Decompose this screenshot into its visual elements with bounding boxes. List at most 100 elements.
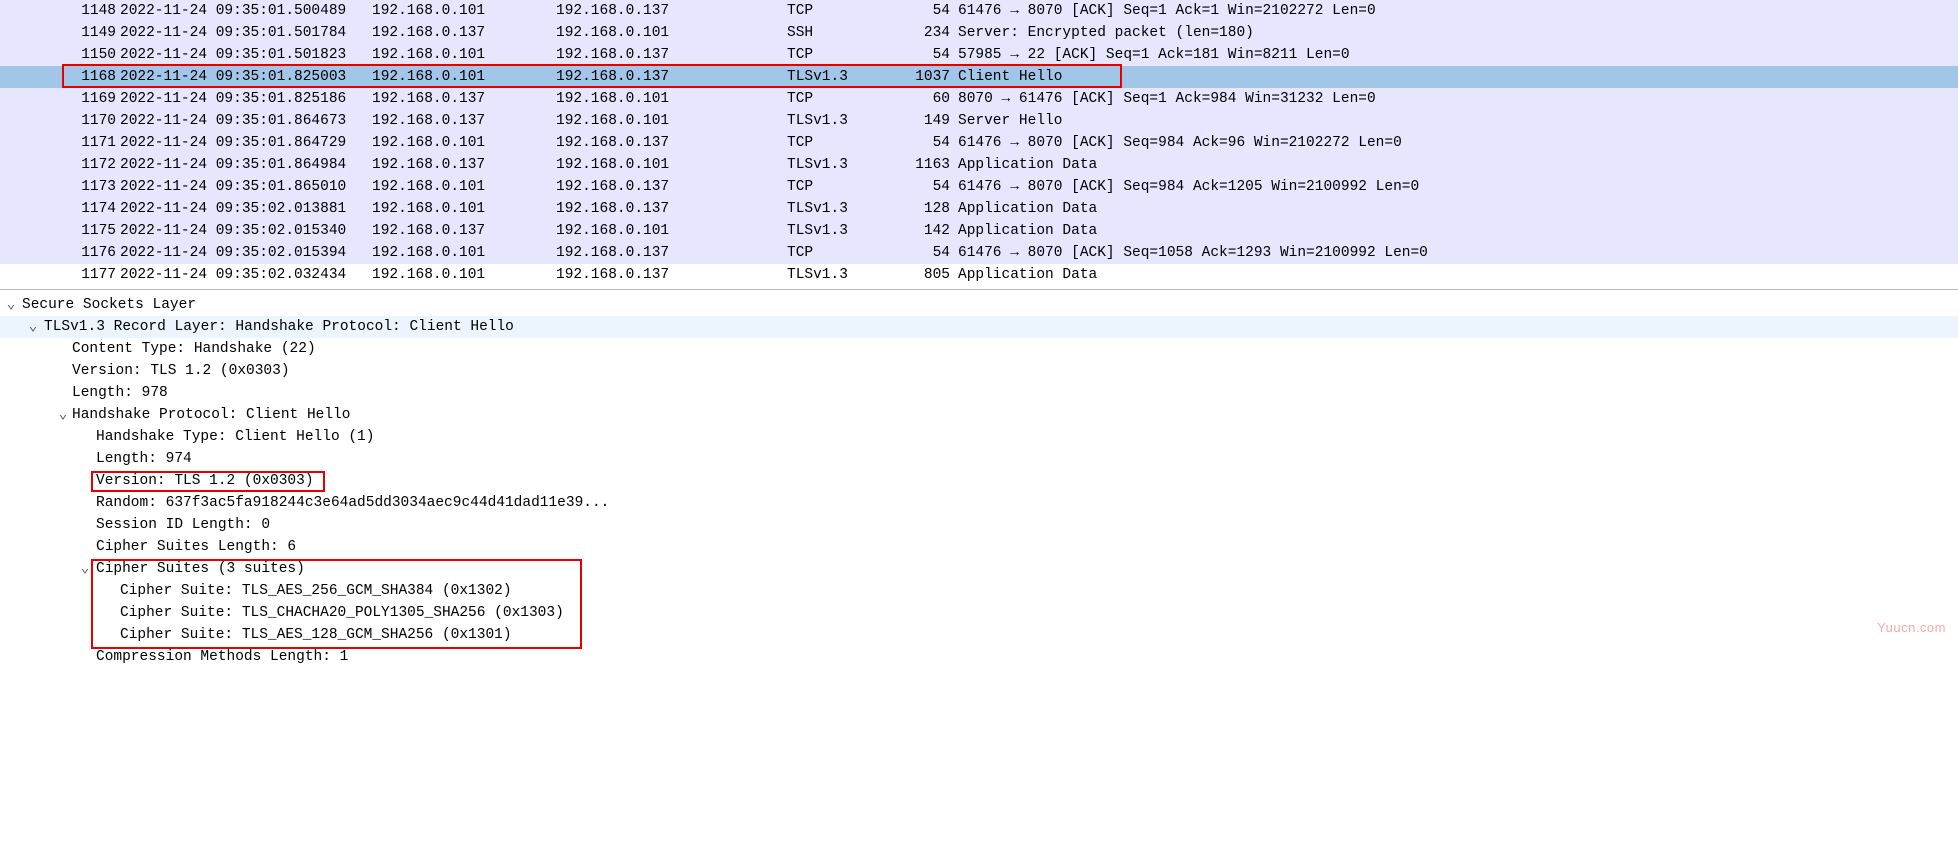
packet-destination: 192.168.0.137 xyxy=(556,66,716,88)
tree-node[interactable]: ⌄Secure Sockets Layer xyxy=(0,294,1958,316)
packet-info: 61476 → 8070 [ACK] Seq=984 Ack=96 Win=21… xyxy=(958,132,1758,154)
packet-no: 1171 xyxy=(46,132,116,154)
packet-source: 192.168.0.137 xyxy=(372,88,532,110)
tree-node[interactable]: Cipher Suite: TLS_AES_256_GCM_SHA384 (0x… xyxy=(0,580,1958,602)
packet-info: Application Data xyxy=(958,154,1758,176)
tree-node[interactable]: Session ID Length: 0 xyxy=(0,514,1958,536)
tree-node[interactable]: Version: TLS 1.2 (0x0303) xyxy=(0,360,1958,382)
packet-destination: 192.168.0.137 xyxy=(556,132,716,154)
packet-length: 54 xyxy=(900,44,950,66)
expand-toggle-icon[interactable]: ⌄ xyxy=(78,558,92,580)
tree-node[interactable]: Version: TLS 1.2 (0x0303) xyxy=(0,470,1958,492)
packet-length: 128 xyxy=(900,198,950,220)
packet-destination: 192.168.0.101 xyxy=(556,154,716,176)
packet-length: 54 xyxy=(900,176,950,198)
tree-node[interactable]: Length: 978 xyxy=(0,382,1958,404)
packet-source: 192.168.0.101 xyxy=(372,198,532,220)
packet-list-pane[interactable]: 11482022-11-24 09:35:01.500489192.168.0.… xyxy=(0,0,1958,290)
packet-info: Application Data xyxy=(958,264,1758,286)
packet-length: 142 xyxy=(900,220,950,242)
packet-info: 8070 → 61476 [ACK] Seq=1 Ack=984 Win=312… xyxy=(958,88,1758,110)
packet-destination: 192.168.0.137 xyxy=(556,242,716,264)
packet-source: 192.168.0.101 xyxy=(372,176,532,198)
packet-destination: 192.168.0.137 xyxy=(556,198,716,220)
tree-node[interactable]: Cipher Suite: TLS_CHACHA20_POLY1305_SHA2… xyxy=(0,602,1958,624)
packet-no: 1173 xyxy=(46,176,116,198)
tree-node[interactable]: Cipher Suites Length: 6 xyxy=(0,536,1958,558)
packet-destination: 192.168.0.137 xyxy=(556,264,716,286)
packet-source: 192.168.0.101 xyxy=(372,0,532,22)
packet-destination: 192.168.0.137 xyxy=(556,176,716,198)
packet-row[interactable]: 11772022-11-24 09:35:02.032434 192.168.0.… xyxy=(0,264,1958,286)
packet-time: 2022-11-24 09:35:01.501823 xyxy=(120,44,360,66)
packet-no: 1150 xyxy=(46,44,116,66)
packet-row[interactable]: 11762022-11-24 09:35:02.015394192.168.0.… xyxy=(0,242,1958,264)
tree-node[interactable]: Compression Methods Length: 1 xyxy=(0,646,1958,668)
packet-destination: 192.168.0.101 xyxy=(556,88,716,110)
packet-protocol: TLSv1.3 xyxy=(787,110,887,132)
packet-row-selected[interactable]: 11682022-11-24 09:35:01.825003 192.168.0.… xyxy=(0,66,1958,88)
packet-row[interactable]: 11502022-11-24 09:35:01.501823 192.168.0.… xyxy=(0,44,1958,66)
packet-row[interactable]: 11702022-11-24 09:35:01.864673192.168.0.… xyxy=(0,110,1958,132)
packet-row[interactable]: 11492022-11-24 09:35:01.501784192.168.0.… xyxy=(0,22,1958,44)
packet-row[interactable]: 11712022-11-24 09:35:01.864729192.168.0.… xyxy=(0,132,1958,154)
watermark: Yuucn.com xyxy=(1877,620,1946,635)
packet-row[interactable]: 11752022-11-24 09:35:02.015340192.168.0.… xyxy=(0,220,1958,242)
expand-toggle-icon[interactable]: ⌄ xyxy=(56,404,70,426)
packet-info: Application Data xyxy=(958,220,1758,242)
tree-node[interactable]: ⌄TLSv1.3 Record Layer: Handshake Protoco… xyxy=(0,316,1958,338)
expand-toggle-icon[interactable]: ⌄ xyxy=(26,316,40,338)
tree-node-label: Length: 978 xyxy=(72,382,168,404)
tree-node-label: Content Type: Handshake (22) xyxy=(72,338,316,360)
tree-node-label: Handshake Type: Client Hello (1) xyxy=(96,426,374,448)
packet-row[interactable]: 11742022-11-24 09:35:02.013881192.168.0.… xyxy=(0,198,1958,220)
tree-node[interactable]: Random: 637f3ac5fa918244c3e64ad5dd3034ae… xyxy=(0,492,1958,514)
tree-node-label: Cipher Suite: TLS_CHACHA20_POLY1305_SHA2… xyxy=(120,602,564,624)
packet-protocol: TCP xyxy=(787,132,887,154)
packet-length: 1163 xyxy=(900,154,950,176)
packet-info: Client Hello xyxy=(958,66,1758,88)
tree-node[interactable]: Handshake Type: Client Hello (1) xyxy=(0,426,1958,448)
packet-info: 61476 → 8070 [ACK] Seq=984 Ack=1205 Win=… xyxy=(958,176,1758,198)
tree-node[interactable]: ⌄Handshake Protocol: Client Hello xyxy=(0,404,1958,426)
packet-no: 1168 xyxy=(46,66,116,88)
packet-destination: 192.168.0.137 xyxy=(556,44,716,66)
packet-info: Server Hello xyxy=(958,110,1758,132)
packet-time: 2022-11-24 09:35:02.032434 xyxy=(120,264,360,286)
packet-time: 2022-11-24 09:35:01.864673 xyxy=(120,110,360,132)
packet-protocol: TLSv1.3 xyxy=(787,220,887,242)
packet-row[interactable]: 11722022-11-24 09:35:01.864984192.168.0.… xyxy=(0,154,1958,176)
packet-length: 1037 xyxy=(900,66,950,88)
tree-node[interactable]: Length: 974 xyxy=(0,448,1958,470)
packet-source: 192.168.0.137 xyxy=(372,220,532,242)
packet-time: 2022-11-24 09:35:01.501784 xyxy=(120,22,360,44)
tree-node-label: Cipher Suites (3 suites) xyxy=(96,558,305,580)
tree-node[interactable]: Cipher Suite: TLS_AES_128_GCM_SHA256 (0x… xyxy=(0,624,1958,646)
packet-row[interactable]: 11732022-11-24 09:35:01.865010192.168.0.… xyxy=(0,176,1958,198)
packet-time: 2022-11-24 09:35:02.015340 xyxy=(120,220,360,242)
tree-node[interactable]: ⌄Cipher Suites (3 suites) xyxy=(0,558,1958,580)
packet-info: 57985 → 22 [ACK] Seq=1 Ack=181 Win=8211 … xyxy=(958,44,1758,66)
packet-time: 2022-11-24 09:35:01.825186 xyxy=(120,88,360,110)
packet-source: 192.168.0.101 xyxy=(372,132,532,154)
packet-length: 54 xyxy=(900,0,950,22)
packet-info: Application Data xyxy=(958,198,1758,220)
packet-row[interactable]: 11482022-11-24 09:35:01.500489192.168.0.… xyxy=(0,0,1958,22)
packet-time: 2022-11-24 09:35:01.825003 xyxy=(120,66,360,88)
packet-length: 805 xyxy=(900,264,950,286)
packet-destination: 192.168.0.101 xyxy=(556,110,716,132)
tree-node-label: Cipher Suite: TLS_AES_128_GCM_SHA256 (0x… xyxy=(120,624,512,646)
packet-no: 1169 xyxy=(46,88,116,110)
packet-no: 1177 xyxy=(46,264,116,286)
packet-protocol: TLSv1.3 xyxy=(787,198,887,220)
packet-protocol: TCP xyxy=(787,44,887,66)
packet-no: 1176 xyxy=(46,242,116,264)
packet-destination: 192.168.0.101 xyxy=(556,22,716,44)
packet-details-pane[interactable]: ⌄Secure Sockets Layer⌄TLSv1.3 Record Lay… xyxy=(0,290,1958,668)
tree-node-label: Random: 637f3ac5fa918244c3e64ad5dd3034ae… xyxy=(96,492,609,514)
tree-node[interactable]: Content Type: Handshake (22) xyxy=(0,338,1958,360)
packet-length: 54 xyxy=(900,132,950,154)
expand-toggle-icon[interactable]: ⌄ xyxy=(4,294,18,316)
packet-row[interactable]: 11692022-11-24 09:35:01.825186 192.168.0.… xyxy=(0,88,1958,110)
tree-node-label: Compression Methods Length: 1 xyxy=(96,646,348,668)
